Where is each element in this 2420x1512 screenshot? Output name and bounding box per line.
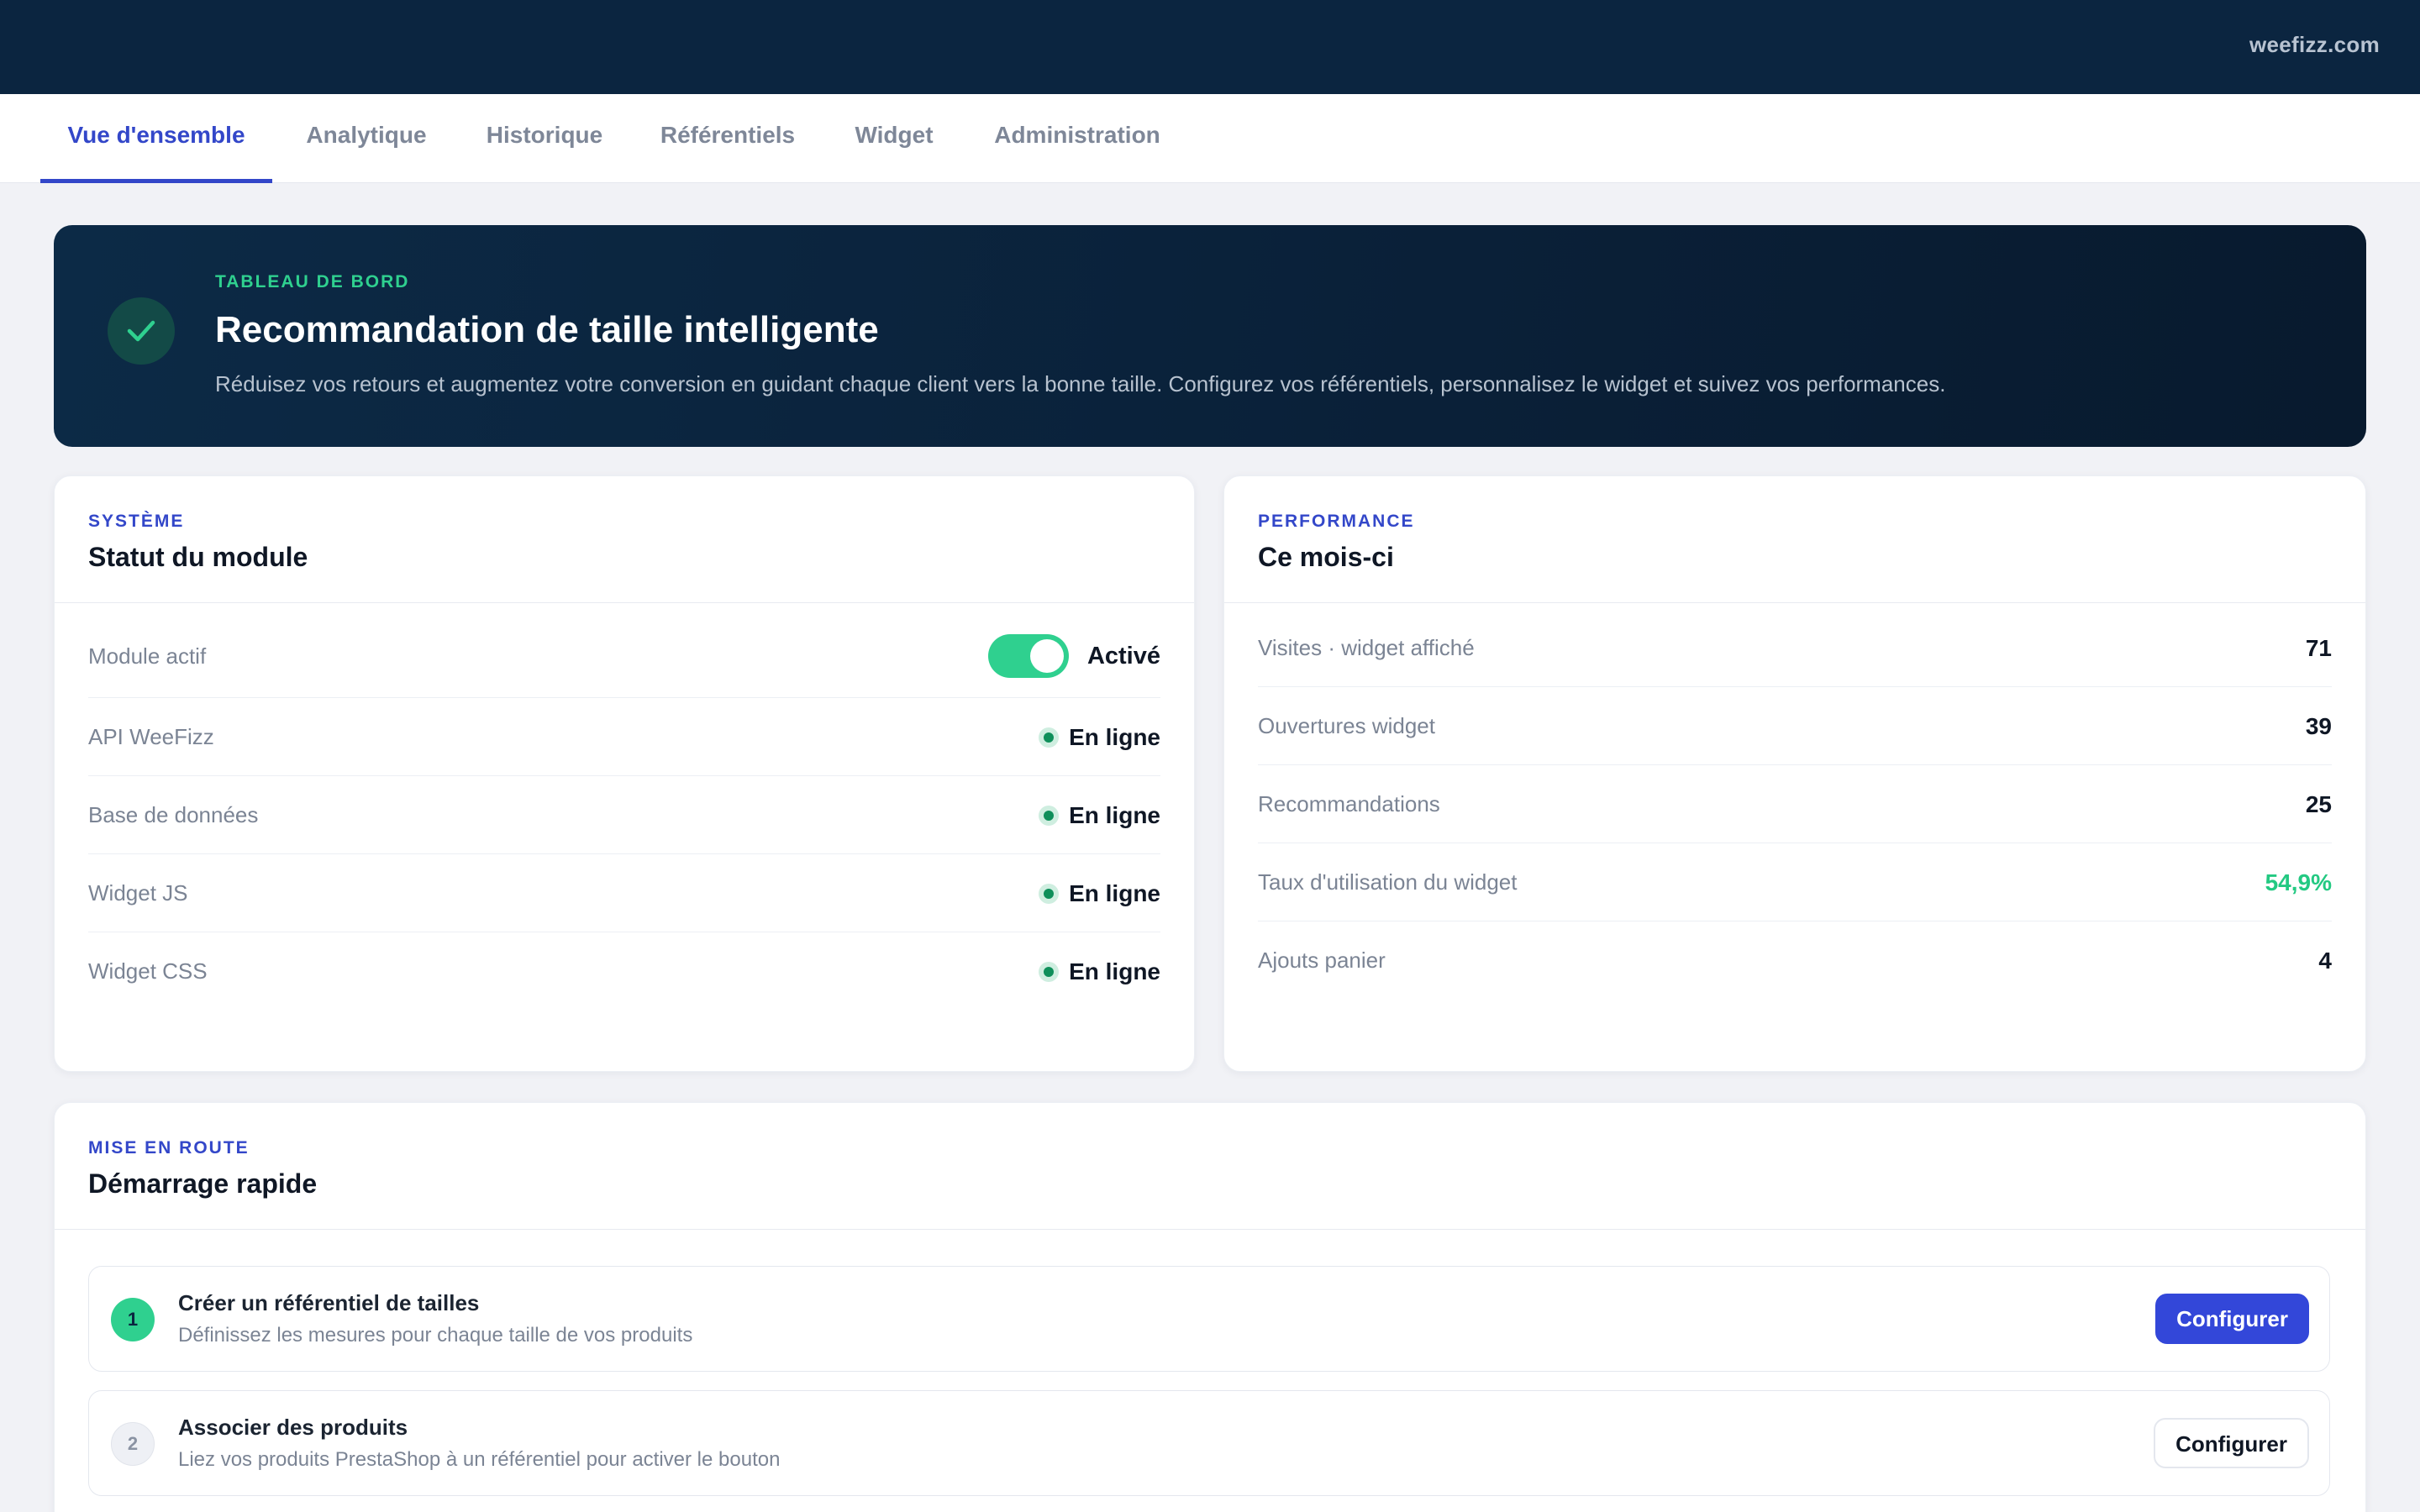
status-dot-icon <box>1039 883 1060 904</box>
tab-administration[interactable]: Administration <box>985 94 1170 183</box>
service-row: Widget JS En ligne <box>88 854 1160 932</box>
module-status-card: SYSTÈME Statut du module Module actif Ac… <box>54 475 1195 1072</box>
top-bar: weefizz.com <box>0 0 2420 94</box>
status-text: En ligne <box>1069 879 1160 906</box>
toggle-knob <box>1029 639 1064 673</box>
metric-row: Ouvertures widget 39 <box>1258 687 2332 765</box>
card-eyebrow: SYSTÈME <box>88 512 185 531</box>
tab-widget[interactable]: Widget <box>844 94 944 183</box>
module-active-toggle[interactable] <box>987 634 1069 678</box>
status-indicator: En ligne <box>1039 932 1160 1011</box>
toggle-state-label: Activé <box>1086 642 1160 669</box>
status-dot-icon <box>1039 961 1060 982</box>
metric-value: 25 <box>2305 791 2332 817</box>
card-eyebrow: PERFORMANCE <box>1258 512 1415 531</box>
metric-value: 71 <box>2305 635 2332 661</box>
metric-label: Taux d'utilisation du widget <box>1258 869 1518 895</box>
tab-history[interactable]: Historique <box>477 94 612 183</box>
status-dot-icon <box>1039 805 1060 826</box>
quickstart-card: MISE EN ROUTE Démarrage rapide 1 Créer u… <box>54 1102 2366 1512</box>
check-icon <box>108 297 175 365</box>
metric-value: 39 <box>2305 713 2332 739</box>
banner-title: Recommandation de taille intelligente <box>215 309 879 350</box>
row-label: Widget JS <box>88 880 188 906</box>
tab-overview[interactable]: Vue d'ensemble <box>40 94 272 183</box>
status-text: En ligne <box>1069 723 1160 750</box>
configure-button[interactable]: Configurer <box>2155 1294 2309 1344</box>
metric-row: Recommandations 25 <box>1258 765 2332 843</box>
card-title: Démarrage rapide <box>88 1168 318 1199</box>
metric-row: Visites · widget affiché 71 <box>1258 609 2332 687</box>
performance-card: PERFORMANCE Ce mois-ci Visites · widget … <box>1223 475 2366 1072</box>
module-active-row: Module actif Activé <box>88 614 1160 698</box>
metric-label: Ouvertures widget <box>1258 713 1435 738</box>
banner-eyebrow: TABLEAU DE BORD <box>215 272 410 291</box>
service-row: API WeeFizz En ligne <box>88 698 1160 776</box>
metric-value: 4 <box>2318 948 2332 974</box>
card-divider <box>55 602 1194 603</box>
metric-row: Taux d'utilisation du widget 54,9% <box>1258 843 2332 921</box>
quickstart-step: 1 Créer un référentiel de tailles Défini… <box>88 1266 2330 1372</box>
tab-bar: Vue d'ensemble Analytique Historique Réf… <box>0 94 2420 183</box>
row-label: Module actif <box>88 643 207 669</box>
check-mark-icon <box>127 320 155 342</box>
metric-label: Recommandations <box>1258 791 1440 816</box>
step-number-badge: 2 <box>111 1422 155 1466</box>
step-description: Liez vos produits PrestaShop à un référe… <box>178 1448 781 1471</box>
status-dot-icon <box>1039 727 1060 748</box>
site-name[interactable]: weefizz.com <box>2249 32 2380 58</box>
module-toggle-group: Activé <box>987 614 1160 698</box>
step-description: Définissez les mesures pour chaque taill… <box>178 1324 693 1347</box>
metric-label: Ajouts panier <box>1258 948 1386 973</box>
service-row: Widget CSS En ligne <box>88 932 1160 1011</box>
card-divider <box>1224 602 2365 603</box>
status-indicator: En ligne <box>1039 776 1160 854</box>
configure-button[interactable]: Configurer <box>2154 1418 2309 1468</box>
row-label: Widget CSS <box>88 958 208 984</box>
service-row: Base de données En ligne <box>88 776 1160 854</box>
row-label: API WeeFizz <box>88 724 214 749</box>
card-eyebrow: MISE EN ROUTE <box>88 1138 250 1158</box>
status-indicator: En ligne <box>1039 854 1160 932</box>
step-title: Créer un référentiel de tailles <box>178 1290 480 1315</box>
status-text: En ligne <box>1069 958 1160 984</box>
metric-label: Visites · widget affiché <box>1258 635 1475 660</box>
step-number-badge: 1 <box>111 1298 155 1341</box>
card-title: Statut du module <box>88 542 308 572</box>
quickstart-step: 2 Associer des produits Liez vos produit… <box>88 1390 2330 1496</box>
status-indicator: En ligne <box>1039 698 1160 776</box>
card-title: Ce mois-ci <box>1258 542 1394 572</box>
step-title: Associer des produits <box>178 1415 408 1440</box>
status-text: En ligne <box>1069 801 1160 828</box>
metric-value-highlight: 54,9% <box>2265 869 2332 895</box>
row-label: Base de données <box>88 802 259 827</box>
card-divider <box>55 1229 2365 1230</box>
metric-row: Ajouts panier 4 <box>1258 921 2332 1000</box>
tab-referentials[interactable]: Référentiels <box>652 94 803 183</box>
tab-analytics[interactable]: Analytique <box>296 94 437 183</box>
dashboard-banner: TABLEAU DE BORD Recommandation de taille… <box>54 225 2366 447</box>
banner-description: Réduisez vos retours et augmentez votre … <box>215 371 1946 396</box>
